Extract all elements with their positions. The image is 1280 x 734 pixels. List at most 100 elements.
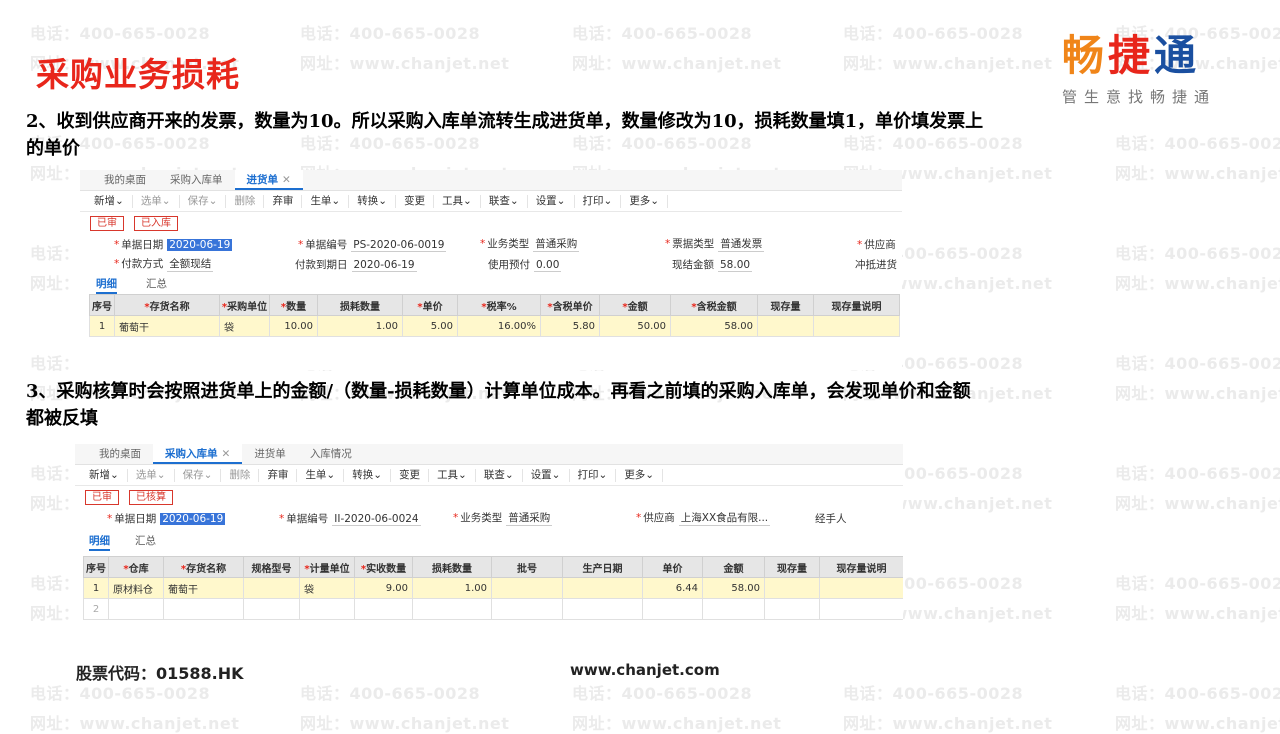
table-cell[interactable]: 袋 [299, 577, 355, 599]
table-cell[interactable] [764, 577, 820, 599]
toolbar-item-10[interactable]: 设置⌄ [523, 468, 570, 482]
toolbar-item-11[interactable]: 打印⌄ [575, 194, 622, 208]
column-header[interactable]: 单价 [642, 556, 703, 578]
table-cell[interactable] [163, 598, 244, 620]
toolbar-item-7[interactable]: 变更 [391, 468, 430, 482]
toolbar-item-2[interactable]: 保存⌄ [175, 468, 222, 482]
column-header[interactable]: *采购单位 [219, 294, 270, 316]
stocked-status-button[interactable]: 已入库 [134, 215, 178, 231]
tab-purchase-receipt[interactable]: 采购入库单 ✕ [153, 444, 243, 464]
doc-number-field[interactable]: * 单据编号 II-2020-06-0024 [279, 511, 421, 526]
table-cell[interactable]: 原材料仓 [108, 577, 164, 599]
table-cell[interactable] [757, 315, 814, 337]
column-header[interactable]: 现存量 [764, 556, 820, 578]
toolbar-item-6[interactable]: 转换⌄ [344, 468, 392, 482]
column-header[interactable]: 现存量说明 [819, 556, 903, 578]
table-cell[interactable] [819, 577, 903, 599]
toolbar-item-5[interactable]: 生单⌄ [297, 468, 345, 482]
approved-status-button[interactable]: 已审 [85, 489, 119, 505]
table-cell[interactable]: 58.00 [670, 315, 758, 337]
table-cell[interactable]: 1 [83, 577, 109, 599]
column-header[interactable]: 序号 [83, 556, 109, 578]
column-header[interactable]: 现存量说明 [813, 294, 900, 316]
close-icon[interactable]: ✕ [222, 448, 231, 460]
column-header[interactable]: *含税单价 [540, 294, 600, 316]
table-cell[interactable] [813, 315, 900, 337]
table-cell[interactable] [354, 598, 413, 620]
doc-date-field[interactable]: * 单据日期 2020-06-19 [114, 237, 233, 252]
column-header[interactable]: 生产日期 [562, 556, 643, 578]
column-header[interactable]: *含税金额 [670, 294, 758, 316]
doc-date-field[interactable]: * 单据日期 2020-06-19 [107, 511, 226, 526]
subtab-summary[interactable]: 汇总 [146, 276, 167, 291]
tab-purchase-receipt[interactable]: 采购入库单 [158, 170, 235, 190]
toolbar-item-9[interactable]: 联查⌄ [481, 194, 528, 208]
column-header[interactable]: *存货名称 [114, 294, 220, 316]
table-cell[interactable] [243, 577, 300, 599]
business-type-field[interactable]: * 业务类型 普通采购 [453, 510, 553, 526]
column-header[interactable]: 损耗数量 [412, 556, 492, 578]
tab-stock-in-status[interactable]: 入库情况 [298, 444, 364, 464]
table-cell[interactable] [108, 598, 164, 620]
table-row[interactable]: 1 葡萄干袋 10.00 1.00 5.00 16.00% 5.80 50.00 58.00 [89, 315, 900, 337]
prepay-field[interactable]: 使用预付 0.00 [488, 257, 562, 272]
table-cell[interactable] [491, 598, 563, 620]
toolbar-item-7[interactable]: 变更 [396, 194, 435, 208]
table-row[interactable]: 2 [83, 598, 903, 620]
toolbar-item-3[interactable]: 删除 [221, 468, 260, 482]
toolbar-item-0[interactable]: 新增⌄ [86, 194, 133, 208]
due-date-field[interactable]: 付款到期日 2020-06-19 [295, 257, 417, 272]
tab-desktop[interactable]: 我的桌面 [92, 170, 158, 190]
table-cell[interactable] [642, 598, 703, 620]
table-cell[interactable]: 9.00 [354, 577, 413, 599]
table-cell[interactable]: 2 [83, 598, 109, 620]
subtab-detail[interactable]: 明细 [96, 276, 117, 294]
table-cell[interactable] [702, 598, 765, 620]
column-header[interactable]: 批号 [491, 556, 563, 578]
column-header[interactable]: 现存量 [757, 294, 814, 316]
table-cell[interactable] [491, 577, 563, 599]
subtab-detail[interactable]: 明细 [89, 533, 110, 551]
table-cell[interactable]: 5.80 [540, 315, 600, 337]
table-cell[interactable] [299, 598, 355, 620]
column-header[interactable]: *实收数量 [354, 556, 413, 578]
cash-amount-field[interactable]: 现结金额 58.00 [672, 257, 753, 272]
table-cell[interactable] [562, 598, 643, 620]
tab-purchase-bill[interactable]: 进货单 [242, 444, 298, 464]
table-cell[interactable]: 1.00 [317, 315, 403, 337]
table-cell[interactable]: 5.00 [402, 315, 458, 337]
toolbar-item-4[interactable]: 弃审 [264, 194, 303, 208]
approved-status-button[interactable]: 已审 [90, 215, 124, 231]
toolbar-item-0[interactable]: 新增⌄ [81, 468, 128, 482]
toolbar-item-2[interactable]: 保存⌄ [180, 194, 227, 208]
toolbar-item-3[interactable]: 删除 [226, 194, 265, 208]
table-cell[interactable] [562, 577, 643, 599]
table-cell[interactable]: 6.44 [642, 577, 703, 599]
table-cell[interactable] [412, 598, 492, 620]
column-header[interactable]: *计量单位 [299, 556, 355, 578]
toolbar-item-8[interactable]: 工具⌄ [429, 468, 476, 482]
column-header[interactable]: *仓库 [108, 556, 164, 578]
subtab-summary[interactable]: 汇总 [135, 533, 156, 548]
table-cell[interactable]: 葡萄干 [114, 315, 220, 337]
doc-number-field[interactable]: * 单据编号 PS-2020-06-0019 [298, 237, 447, 252]
toolbar-item-8[interactable]: 工具⌄ [434, 194, 481, 208]
table-cell[interactable]: 58.00 [702, 577, 765, 599]
table-cell[interactable]: 50.00 [599, 315, 671, 337]
costed-status-button[interactable]: 已核算 [129, 489, 173, 505]
table-cell[interactable]: 袋 [219, 315, 270, 337]
table-cell[interactable] [819, 598, 903, 620]
column-header[interactable]: 序号 [89, 294, 115, 316]
table-cell[interactable]: 1 [89, 315, 115, 337]
toolbar-item-10[interactable]: 设置⌄ [528, 194, 575, 208]
toolbar-item-6[interactable]: 转换⌄ [349, 194, 397, 208]
toolbar-item-1[interactable]: 选单⌄ [133, 194, 180, 208]
supplier-field[interactable]: * 供应商 上海XX食品有限... [636, 510, 771, 526]
toolbar-item-4[interactable]: 弃审 [259, 468, 298, 482]
column-header[interactable]: 金额 [702, 556, 765, 578]
handler-field[interactable]: 经手人 [815, 511, 847, 526]
tab-desktop[interactable]: 我的桌面 [87, 444, 153, 464]
toolbar-item-11[interactable]: 打印⌄ [570, 468, 617, 482]
payment-method-field[interactable]: * 付款方式 全额现结 [114, 256, 214, 272]
column-header[interactable]: *税率% [457, 294, 541, 316]
